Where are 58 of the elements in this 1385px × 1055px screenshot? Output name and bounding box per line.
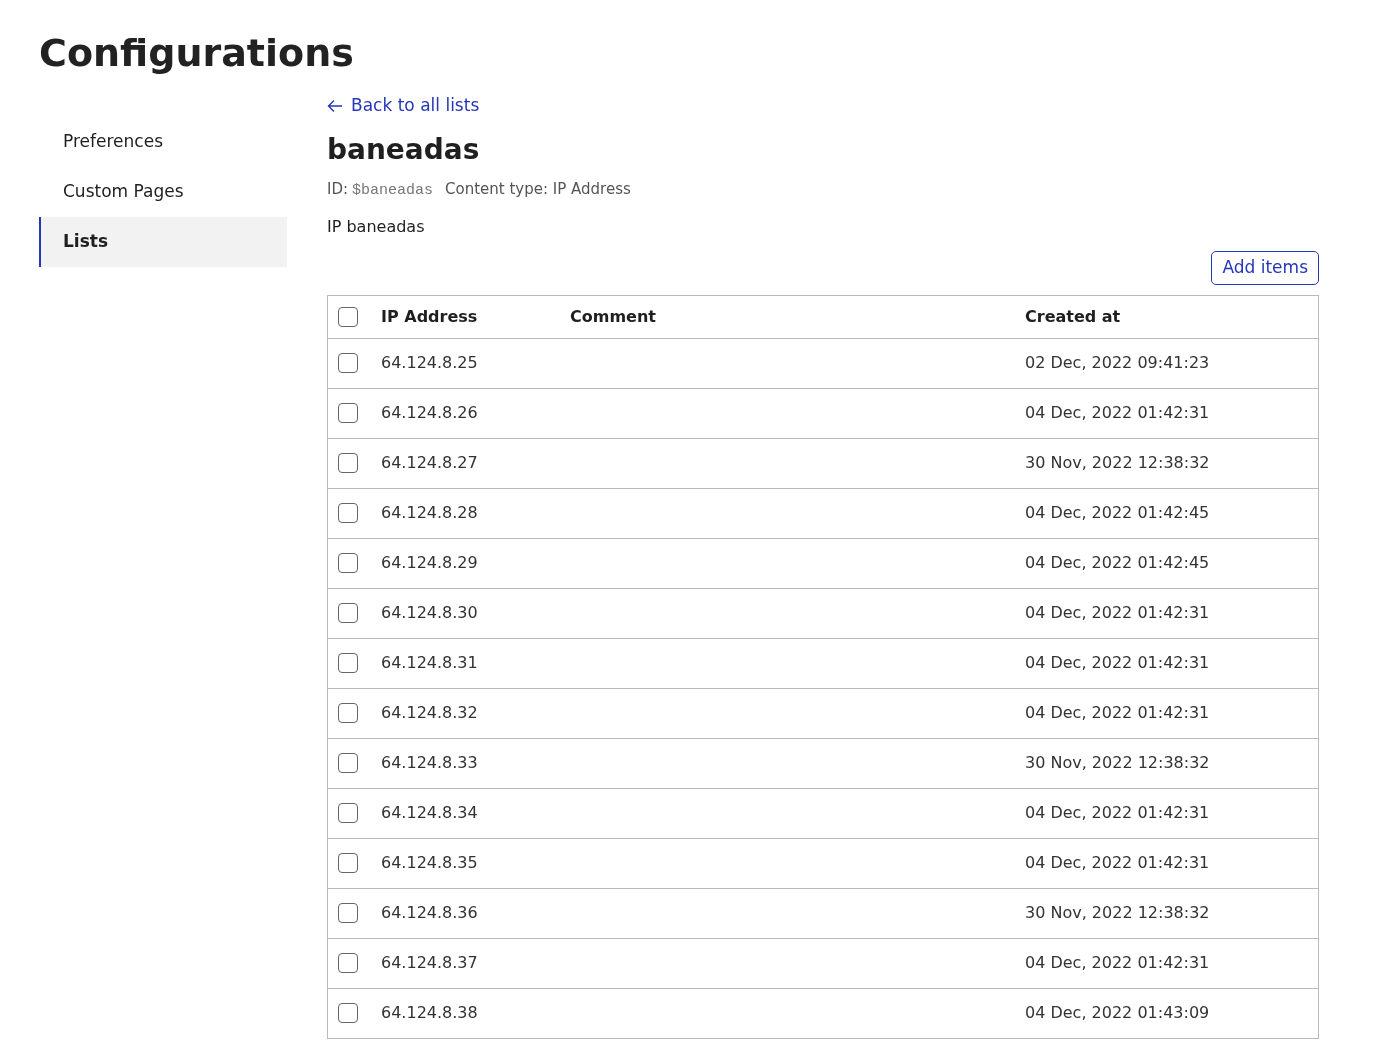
- checkbox[interactable]: [338, 453, 358, 473]
- table-cell-text: 64.124.8.33: [381, 752, 479, 774]
- checkbox[interactable]: [338, 503, 358, 523]
- table-cell-text: 04 Dec, 2022 01:42:31: [1025, 952, 1210, 974]
- list-name: baneadas: [327, 132, 481, 168]
- id-label: ID:: [327, 179, 349, 200]
- table-cell-text: 04 Dec, 2022 01:42:31: [1025, 702, 1210, 724]
- checkbox[interactable]: [338, 353, 358, 373]
- arrow-left-icon: [327, 99, 343, 113]
- column-header: Created at: [1025, 305, 1121, 328]
- table-cell-text: 64.124.8.28: [381, 502, 479, 524]
- table-cell-text: 30 Nov, 2022 12:38:32: [1025, 452, 1210, 474]
- table-cell-text: 64.124.8.31: [381, 652, 479, 674]
- back-link[interactable]: Back to all lists: [327, 92, 1319, 120]
- sidebar-item[interactable]: Custom Pages: [39, 167, 287, 217]
- table-cell-text: 64.124.8.25: [381, 352, 479, 374]
- table-cell-text: 64.124.8.34: [381, 802, 479, 824]
- content-type: Content type: IP Address: [445, 179, 631, 200]
- add-items-button[interactable]: Add items: [1211, 250, 1319, 285]
- table-cell-text: 04 Dec, 2022 01:42:31: [1025, 802, 1210, 824]
- table-cell-text: 64.124.8.36: [381, 902, 479, 924]
- column-header: IP Address: [381, 305, 479, 328]
- sidebar-item[interactable]: Lists: [39, 217, 287, 267]
- table-cell-text: 64.124.8.29: [381, 552, 479, 574]
- table-cell-text: 30 Nov, 2022 12:38:32: [1025, 902, 1210, 924]
- checkbox[interactable]: [338, 603, 358, 623]
- checkbox[interactable]: [338, 903, 358, 923]
- table-cell-text: 64.124.8.38: [381, 1002, 479, 1024]
- column-header: Comment: [570, 305, 657, 328]
- table-cell-text: 04 Dec, 2022 01:42:45: [1025, 552, 1210, 574]
- checkbox[interactable]: [338, 803, 358, 823]
- table-cell-text: 04 Dec, 2022 01:42:31: [1025, 652, 1210, 674]
- checkbox[interactable]: [338, 753, 358, 773]
- checkbox[interactable]: [338, 1003, 358, 1023]
- checkbox[interactable]: [338, 306, 358, 327]
- table-cell-text: 04 Dec, 2022 01:42:31: [1025, 602, 1210, 624]
- page-title: Configurations: [38, 30, 355, 76]
- table-cell-text: 64.124.8.35: [381, 852, 479, 874]
- table-cell-text: 02 Dec, 2022 09:41:23: [1025, 352, 1210, 374]
- checkbox[interactable]: [338, 853, 358, 873]
- checkbox[interactable]: [338, 953, 358, 973]
- table-cell-text: 64.124.8.32: [381, 702, 479, 724]
- sidebar-item[interactable]: Preferences: [39, 117, 287, 167]
- list-description: IP baneadas: [327, 215, 426, 238]
- table-cell-text: 04 Dec, 2022 01:42:45: [1025, 502, 1210, 524]
- table-cell-text: 64.124.8.37: [381, 952, 479, 974]
- table-cell-text: 64.124.8.26: [381, 402, 479, 424]
- table-cell-text: 30 Nov, 2022 12:38:32: [1025, 752, 1210, 774]
- checkbox[interactable]: [338, 553, 358, 573]
- list-id: $baneadas: [352, 181, 434, 201]
- table-cell-text: 04 Dec, 2022 01:42:31: [1025, 402, 1210, 424]
- checkbox[interactable]: [338, 703, 358, 723]
- table-cell-text: 64.124.8.30: [381, 602, 479, 624]
- checkbox[interactable]: [338, 403, 358, 423]
- checkbox[interactable]: [338, 653, 358, 673]
- table-cell-text: 04 Dec, 2022 01:42:31: [1025, 852, 1210, 874]
- table-cell-text: 04 Dec, 2022 01:43:09: [1025, 1002, 1210, 1024]
- table-cell-text: 64.124.8.27: [381, 452, 479, 474]
